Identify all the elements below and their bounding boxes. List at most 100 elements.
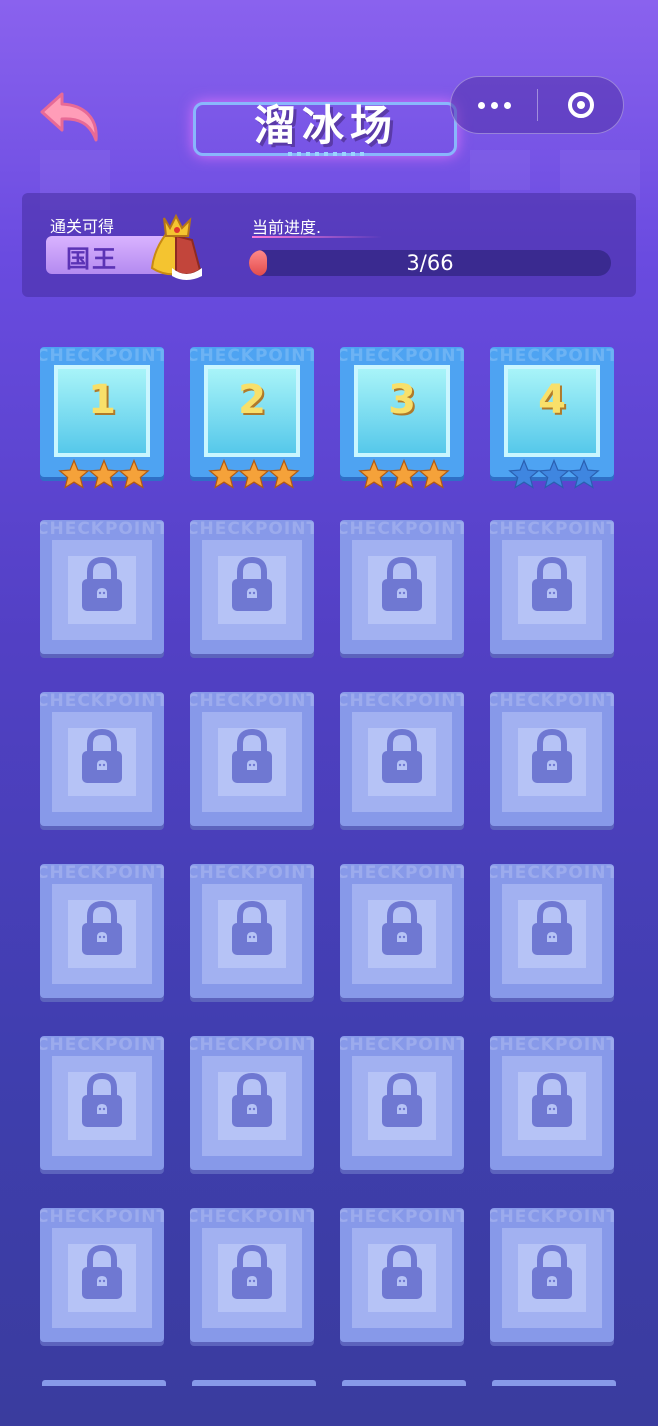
checkpoint-watermark: CHECKPOINT (40, 1208, 164, 1227)
level-card-bg: CHECKPOINT (40, 864, 164, 998)
checkpoint-watermark: CHECKPOINT (40, 864, 164, 883)
level-number: 2 (238, 377, 266, 423)
level-card-locked: CHECKPOINT (190, 864, 314, 998)
star-filled-icon (118, 458, 150, 489)
level-card-bg: CHECKPOINT (190, 692, 314, 826)
checkpoint-watermark: CHECKPOINT (490, 520, 614, 539)
level-card-locked: CHECKPOINT (340, 864, 464, 998)
lock-icon (82, 900, 122, 955)
level-number: 1 (88, 377, 116, 423)
lock-icon (232, 1244, 272, 1299)
level-card[interactable]: CHECKPOINT 2 (190, 347, 314, 489)
level-card-bg: CHECKPOINT (340, 1036, 464, 1170)
star-filled-icon (388, 458, 420, 489)
checkpoint-watermark: CHECKPOINT (490, 347, 614, 366)
level-card-bg: CHECKPOINT (340, 1208, 464, 1342)
level-stars (208, 458, 300, 489)
level-card-partial (492, 1380, 616, 1386)
level-card[interactable]: CHECKPOINT 3 (340, 347, 464, 489)
level-card-bg: CHECKPOINT (340, 864, 464, 998)
level-stars (358, 458, 450, 489)
checkpoint-watermark: CHECKPOINT (340, 1036, 464, 1055)
level-card-locked: CHECKPOINT (490, 1036, 614, 1170)
lock-icon (232, 556, 272, 611)
level-card-locked: CHECKPOINT (340, 1036, 464, 1170)
lock-icon (382, 900, 422, 955)
level-card-bg: CHECKPOINT (40, 1036, 164, 1170)
lock-icon (82, 1244, 122, 1299)
level-card-partial (192, 1380, 316, 1386)
checkpoint-watermark: CHECKPOINT (340, 692, 464, 711)
lock-icon (532, 728, 572, 783)
level-number: 4 (538, 377, 566, 423)
level-card-locked: CHECKPOINT (40, 520, 164, 654)
checkpoint-watermark: CHECKPOINT (490, 1208, 614, 1227)
star-filled-icon (238, 458, 270, 489)
level-card-bg: CHECKPOINT (490, 692, 614, 826)
level-card-locked: CHECKPOINT (190, 1208, 314, 1342)
level-card-bg: CHECKPOINT (190, 1036, 314, 1170)
level-card-bg: CHECKPOINT (490, 1036, 614, 1170)
lock-icon (82, 728, 122, 783)
level-card-locked: CHECKPOINT (490, 1208, 614, 1342)
checkpoint-watermark: CHECKPOINT (40, 1036, 164, 1055)
lock-icon (532, 900, 572, 955)
level-card-locked: CHECKPOINT (40, 864, 164, 998)
checkpoint-watermark: CHECKPOINT (190, 864, 314, 883)
level-grid: CHECKPOINT 1 CHECKPOINT 2 CHECKPOINT 3 CHECKPO… (0, 0, 658, 1426)
checkpoint-watermark: CHECKPOINT (190, 520, 314, 539)
lock-icon (232, 900, 272, 955)
star-empty-icon (538, 458, 570, 489)
lock-icon (232, 1072, 272, 1127)
lock-icon (82, 1072, 122, 1127)
checkpoint-watermark: CHECKPOINT (490, 1036, 614, 1055)
level-card-locked: CHECKPOINT (190, 1036, 314, 1170)
lock-icon (82, 556, 122, 611)
checkpoint-watermark: CHECKPOINT (190, 1036, 314, 1055)
level-card-bg: CHECKPOINT (40, 520, 164, 654)
level-card-partial (42, 1380, 166, 1386)
level-card-locked: CHECKPOINT (490, 864, 614, 998)
level-card-locked: CHECKPOINT (340, 692, 464, 826)
lock-icon (532, 556, 572, 611)
level-card-locked: CHECKPOINT (40, 1208, 164, 1342)
star-empty-icon (568, 458, 600, 489)
level-card-partial (342, 1380, 466, 1386)
lock-icon (532, 1244, 572, 1299)
lock-icon (382, 1072, 422, 1127)
level-card-bg: CHECKPOINT (340, 520, 464, 654)
lock-icon (382, 556, 422, 611)
star-filled-icon (208, 458, 240, 489)
star-filled-icon (58, 458, 90, 489)
lock-icon (382, 1244, 422, 1299)
lock-icon (382, 728, 422, 783)
level-card[interactable]: CHECKPOINT 4 (490, 347, 614, 489)
star-filled-icon (418, 458, 450, 489)
level-card-bg: CHECKPOINT (490, 1208, 614, 1342)
level-card-locked: CHECKPOINT (40, 1036, 164, 1170)
star-filled-icon (268, 458, 300, 489)
lock-icon (232, 728, 272, 783)
checkpoint-watermark: CHECKPOINT (340, 1208, 464, 1227)
level-card-locked: CHECKPOINT (40, 692, 164, 826)
level-card-bg: CHECKPOINT (40, 1208, 164, 1342)
level-card-bg: CHECKPOINT (490, 520, 614, 654)
level-card-locked: CHECKPOINT (190, 520, 314, 654)
checkpoint-watermark: CHECKPOINT (340, 347, 464, 366)
checkpoint-watermark: CHECKPOINT (490, 692, 614, 711)
checkpoint-watermark: CHECKPOINT (340, 520, 464, 539)
checkpoint-watermark: CHECKPOINT (190, 1208, 314, 1227)
level-card[interactable]: CHECKPOINT 1 (40, 347, 164, 489)
level-stars (58, 458, 150, 489)
level-card-bg: CHECKPOINT (340, 692, 464, 826)
level-card-bg: CHECKPOINT (190, 520, 314, 654)
checkpoint-watermark: CHECKPOINT (340, 864, 464, 883)
lock-icon (532, 1072, 572, 1127)
checkpoint-watermark: CHECKPOINT (190, 692, 314, 711)
star-filled-icon (88, 458, 120, 489)
level-card-bg: CHECKPOINT (190, 1208, 314, 1342)
star-empty-icon (508, 458, 540, 489)
level-card-locked: CHECKPOINT (190, 692, 314, 826)
level-card-locked: CHECKPOINT (340, 520, 464, 654)
level-card-locked: CHECKPOINT (490, 520, 614, 654)
